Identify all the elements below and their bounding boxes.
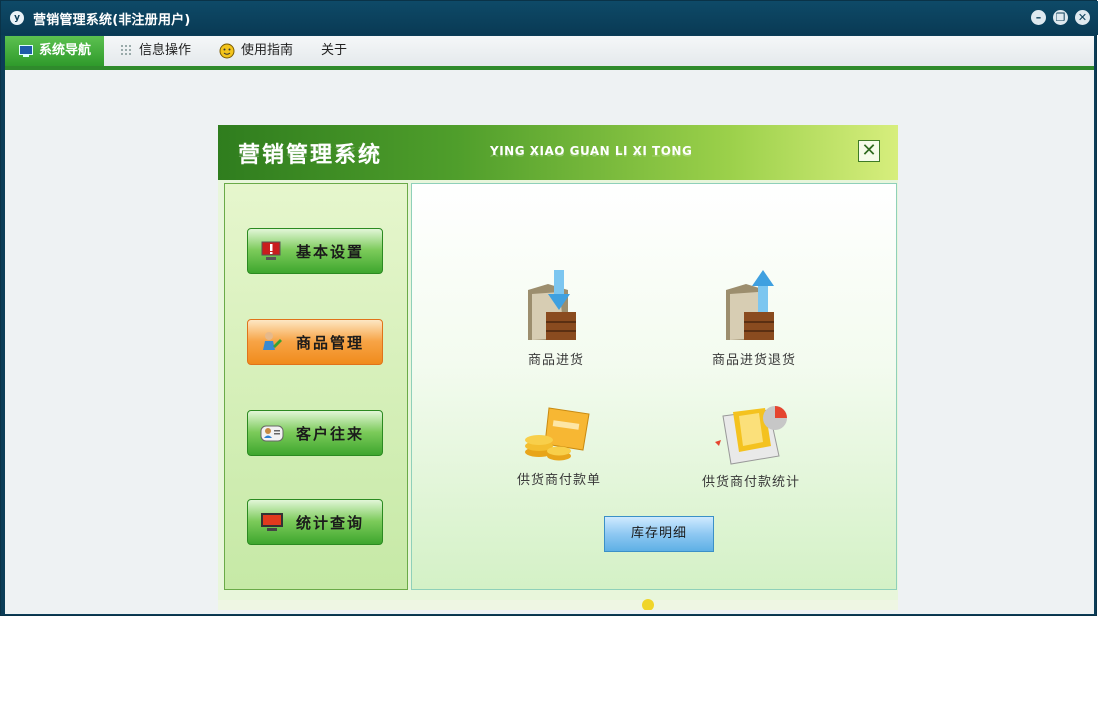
monitor-icon <box>261 513 283 531</box>
menu-label: 使用指南 <box>241 43 294 58</box>
stock-details-button[interactable]: 库存明细 <box>604 516 714 552</box>
menu-item-system-nav[interactable]: 系统导航 <box>5 36 104 66</box>
menu-bar: 系统导航 信息操作 使用指南 关于 <box>5 36 1094 66</box>
nav-label: 客户往来 <box>296 425 365 443</box>
basic-settings-button[interactable]: 基本设置 <box>247 228 383 274</box>
app-window: y 营销管理系统(非注册用户) – ❐ ✕ 系统导航 信息操作 使用指南 关于 … <box>0 0 1098 616</box>
menu-label: 关于 <box>321 43 348 58</box>
main-panel: 营销管理系统 营销管理系统 YING XIAO GUAN LI XI TONG … <box>218 125 898 610</box>
contacts-icon <box>260 425 284 442</box>
folder-box-up-icon <box>726 270 774 340</box>
nav-label: 统计查询 <box>296 514 365 532</box>
panel-header: 营销管理系统 营销管理系统 YING XIAO GUAN LI XI TONG … <box>218 125 898 180</box>
nav-label: 商品管理 <box>296 334 365 352</box>
folder-chart-icon <box>715 406 787 465</box>
warning-monitor-icon <box>261 241 281 260</box>
function-label: 供货商付款统计 <box>702 475 801 490</box>
function-label: 供货商付款单 <box>517 473 602 488</box>
function-pane: 商品进货 商品进货退货 供货商付款单 供货商付款统计 库存明细 <box>411 183 897 590</box>
menu-label: 信息操作 <box>139 43 192 58</box>
statistics-query-button[interactable]: 统计查询 <box>247 499 383 545</box>
grid-icon <box>121 44 131 55</box>
monitor-icon <box>19 44 33 57</box>
goods-return-item[interactable]: 商品进货退货 <box>712 268 796 368</box>
app-logo-icon: y <box>10 11 24 25</box>
coins-card-icon <box>525 407 590 461</box>
supplier-payment-stats-item[interactable]: 供货商付款统计 <box>702 402 800 490</box>
menu-item-info-ops[interactable]: 信息操作 <box>121 36 191 66</box>
smiley-icon <box>219 43 235 58</box>
nav-label: 基本设置 <box>296 243 365 261</box>
panel-subtitle-reflection: YING XIAO GUAN LI XI TONG <box>490 149 693 158</box>
supplier-payment-item[interactable]: 供货商付款单 <box>517 402 601 488</box>
panel-close-button[interactable]: ✕ <box>858 140 880 162</box>
goods-icon <box>263 332 282 350</box>
panel-title-reflection: 营销管理系统 <box>238 143 383 158</box>
nav-pane: 基本设置 商品管理 客户往来 统计查询 <box>224 183 408 590</box>
function-label: 商品进货退货 <box>712 353 797 368</box>
window-title: 营销管理系统(非注册用户) <box>33 13 191 28</box>
menu-item-user-guide[interactable]: 使用指南 <box>219 36 293 66</box>
menu-label: 系统导航 <box>39 43 92 58</box>
customer-contacts-button[interactable]: 客户往来 <box>247 410 383 456</box>
goods-management-button[interactable]: 商品管理 <box>247 319 383 365</box>
folder-box-down-icon <box>528 270 576 340</box>
goods-purchase-item[interactable]: 商品进货 <box>524 268 588 368</box>
menu-item-about[interactable]: 关于 <box>321 36 347 66</box>
restore-icon[interactable]: ❐ <box>1053 10 1068 25</box>
function-label: 商品进货 <box>527 353 584 368</box>
panel-footer <box>218 599 898 610</box>
minimize-icon[interactable]: – <box>1031 10 1046 25</box>
title-bar[interactable]: y 营销管理系统(非注册用户) – ❐ ✕ <box>1 1 1098 35</box>
close-icon[interactable]: ✕ <box>1075 10 1090 25</box>
bulb-icon <box>642 599 654 610</box>
